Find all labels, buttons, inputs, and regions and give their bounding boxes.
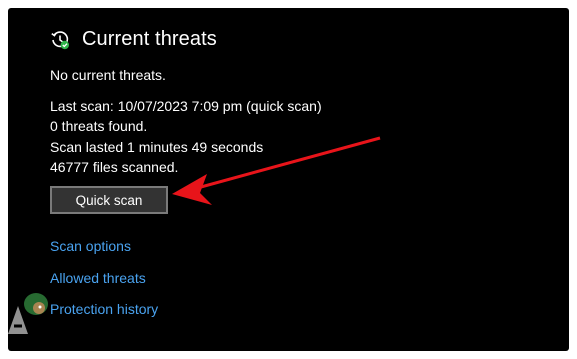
files-scanned-text: 46777 files scanned. — [50, 159, 179, 175]
scan-duration-text: Scan lasted 1 minutes 49 seconds — [50, 138, 264, 155]
quick-scan-button[interactable]: Quick scan — [50, 186, 168, 214]
no-threats-text: No current threats. — [50, 67, 166, 83]
annotation-arrow — [172, 136, 381, 205]
threats-found-text: 0 threats found. — [50, 118, 148, 134]
defender-window: Current threats No current threats. Last… — [8, 8, 569, 351]
allowed-threats-link[interactable]: Allowed threats — [50, 270, 146, 286]
watermark-mascot-logo — [8, 293, 48, 334]
scan-status: No current threats. Last scan: 10/07/202… — [50, 65, 322, 178]
scan-options-link[interactable]: Scan options — [50, 238, 131, 254]
section-header: Current threats — [50, 28, 217, 51]
section-title: Current threats — [82, 28, 217, 50]
history-clock-check-icon — [50, 30, 70, 50]
last-scan-text: Last scan: 10/07/2023 7:09 pm (quick sca… — [50, 97, 322, 114]
protection-history-link[interactable]: Protection history — [50, 301, 158, 317]
